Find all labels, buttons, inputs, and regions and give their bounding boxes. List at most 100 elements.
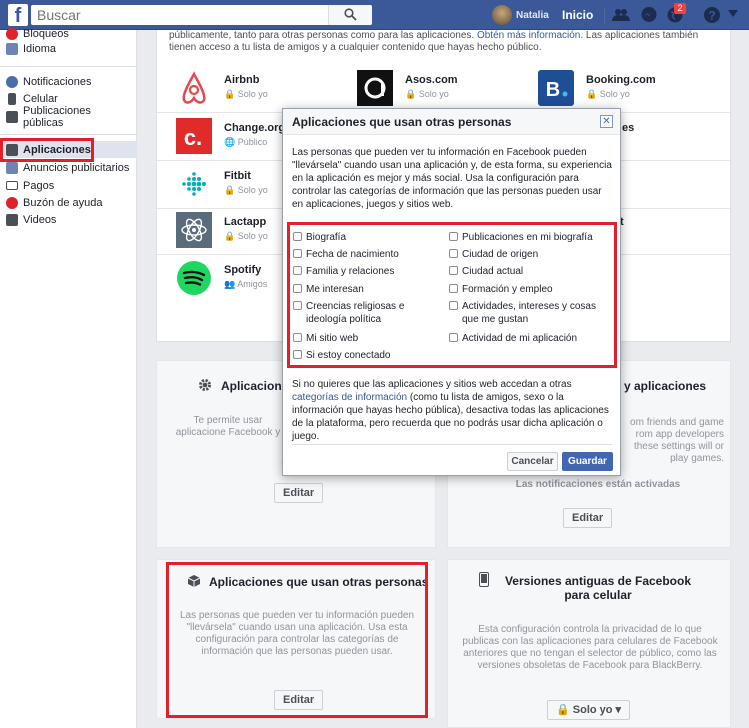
checkbox-education-work[interactable]: Formación y empleo <box>449 283 614 296</box>
checkbox-label: Me interesan <box>306 284 364 295</box>
checkbox-hometown[interactable]: Ciudad de origen <box>449 248 614 261</box>
dialog-title: Aplicaciones que usan otras personas <box>292 115 512 129</box>
search-icon <box>344 8 357 21</box>
checkbox[interactable] <box>449 266 458 275</box>
avatar <box>492 5 512 25</box>
dialog-footer-divider <box>292 444 612 445</box>
booking-logo: B <box>538 70 574 106</box>
app-privacy-label: Solo yo <box>237 185 268 195</box>
close-icon[interactable]: ✕ <box>600 115 613 128</box>
checkbox-religion-politics[interactable]: Creencias religiosas e ideología polític… <box>293 300 413 326</box>
rss-icon <box>6 110 18 123</box>
card-title: Versiones antiguas de Facebook para celu… <box>504 574 692 602</box>
checkbox-bio[interactable]: Biografía <box>293 231 443 244</box>
checkbox[interactable] <box>449 284 458 293</box>
checkbox-online-status[interactable]: Si estoy conectado <box>293 349 443 362</box>
search-button[interactable] <box>328 5 372 25</box>
help-icon[interactable]: ? <box>703 6 721 24</box>
checkbox-app-activity[interactable]: Actividad de mi aplicación <box>449 332 614 345</box>
lactapp-logo <box>176 212 212 248</box>
checkbox-label: Familia y relaciones <box>306 266 395 277</box>
home-link[interactable]: Inicio <box>562 8 593 22</box>
sidebar-item-payments[interactable]: Pagos <box>6 177 134 194</box>
checkbox-label: Fecha de nacimiento <box>306 249 399 260</box>
lifebuoy-icon <box>6 196 18 209</box>
checkbox[interactable] <box>293 249 302 258</box>
app-privacy-label: Solo yo <box>418 89 449 99</box>
app-privacy: 🔒 Solo yo <box>224 231 268 241</box>
sidebar-item-label: Pagos <box>23 179 55 192</box>
app-privacy-label: Solo yo <box>237 89 268 99</box>
facebook-logo[interactable]: f <box>8 4 28 27</box>
checkbox-current-city[interactable]: Ciudad actual <box>449 265 614 278</box>
checkbox-birthday[interactable]: Fecha de nacimiento <box>293 248 443 261</box>
highlight-apps-others-card <box>166 562 428 718</box>
sidebar-item-support-inbox[interactable]: Buzón de ayuda <box>6 194 134 211</box>
save-button[interactable]: Guardar <box>562 452 613 471</box>
svg-text:c.: c. <box>184 125 202 150</box>
change-org-logo: c. <box>176 118 212 154</box>
apps-others-use-dialog: Aplicaciones que usan otras personas ✕ L… <box>282 108 621 476</box>
profile-link[interactable]: Natalia <box>492 5 549 25</box>
app-privacy-label: Solo yo <box>237 231 268 241</box>
checkbox-label: Ciudad de origen <box>462 249 539 260</box>
airbnb-logo <box>182 71 206 104</box>
app-name: Lactapp <box>224 216 267 228</box>
gear-icon <box>199 379 211 391</box>
ads-icon <box>6 161 18 174</box>
checkbox[interactable] <box>293 350 302 359</box>
checkbox-label: Mi sitio web <box>306 333 359 344</box>
checkbox-timeline-posts[interactable]: Publicaciones en mi biografía <box>449 231 614 244</box>
search-input[interactable] <box>31 5 331 25</box>
checkbox-activities-likes[interactable]: Actividades, intereses y cosas que me gu… <box>449 300 609 326</box>
app-privacy: 🔒 Solo yo <box>224 89 268 99</box>
app-name: Change.org <box>224 122 286 134</box>
settings-sidebar: Bloqueos Idioma Notificaciones Celular P… <box>0 27 137 728</box>
checkbox-label: Formación y empleo <box>462 284 553 295</box>
globe-icon <box>6 75 18 88</box>
film-icon <box>6 213 18 226</box>
messages-icon[interactable] <box>640 6 658 24</box>
sidebar-item-label: Notificaciones <box>23 75 92 88</box>
learn-more-link[interactable]: Obtén más información. <box>477 30 583 41</box>
checkbox[interactable] <box>293 301 302 310</box>
checkbox[interactable] <box>293 333 302 342</box>
checkbox[interactable] <box>449 301 458 310</box>
checkbox-label: Si estoy conectado <box>306 350 391 361</box>
checkbox[interactable] <box>293 232 302 241</box>
app-privacy-label: Público <box>237 137 268 147</box>
fitbit-logo <box>176 166 212 202</box>
app-privacy-label: Solo yo <box>599 89 630 99</box>
sidebar-item-videos[interactable]: Videos <box>6 211 134 228</box>
friend-requests-icon[interactable] <box>612 6 630 24</box>
checkbox[interactable] <box>449 232 458 241</box>
audience-selector-button[interactable]: 🔒 Solo yo ▾ <box>547 700 631 720</box>
intro-text-1: públicamente, tanto para otras personas … <box>169 30 475 41</box>
sidebar-item-language[interactable]: Idioma <box>6 40 134 57</box>
svg-text:?: ? <box>708 9 715 23</box>
chevron-down-icon[interactable] <box>728 10 738 18</box>
info-categories-link[interactable]: categorías de información <box>292 392 407 403</box>
dialog-description: Las personas que pueden ver tu informaci… <box>292 147 612 210</box>
app-privacy-label: Amigos <box>237 279 268 289</box>
checkbox-family[interactable]: Familia y relaciones <box>293 265 443 278</box>
cancel-button[interactable]: Cancelar <box>507 452 558 471</box>
note-text-1: Si no quieres que las aplicaciones y sit… <box>292 379 572 390</box>
audience-label: Solo yo <box>572 704 613 716</box>
checkbox[interactable] <box>449 333 458 342</box>
sidebar-item-notifications[interactable]: Notificaciones <box>6 73 134 90</box>
sidebar-item-public-posts[interactable]: Publicaciones públicas <box>6 105 134 129</box>
checkbox[interactable] <box>449 249 458 258</box>
app-privacy: 🔒 Solo yo <box>405 89 449 99</box>
checkbox-interests[interactable]: Me interesan <box>293 283 443 296</box>
checkbox[interactable] <box>293 284 302 293</box>
app-name: Airbnb <box>224 74 260 86</box>
edit-game-notifications-button[interactable]: Editar <box>563 508 613 528</box>
nav-divider <box>604 8 605 24</box>
checkbox-website[interactable]: Mi sitio web <box>293 332 443 345</box>
app-name: Fitbit <box>224 170 251 182</box>
app-privacy: 🔒 Solo yo <box>586 89 630 99</box>
edit-apps-platform-button[interactable]: Editar <box>274 483 324 503</box>
checkbox-label: Actividad de mi aplicación <box>462 333 578 344</box>
checkbox[interactable] <box>293 266 302 275</box>
